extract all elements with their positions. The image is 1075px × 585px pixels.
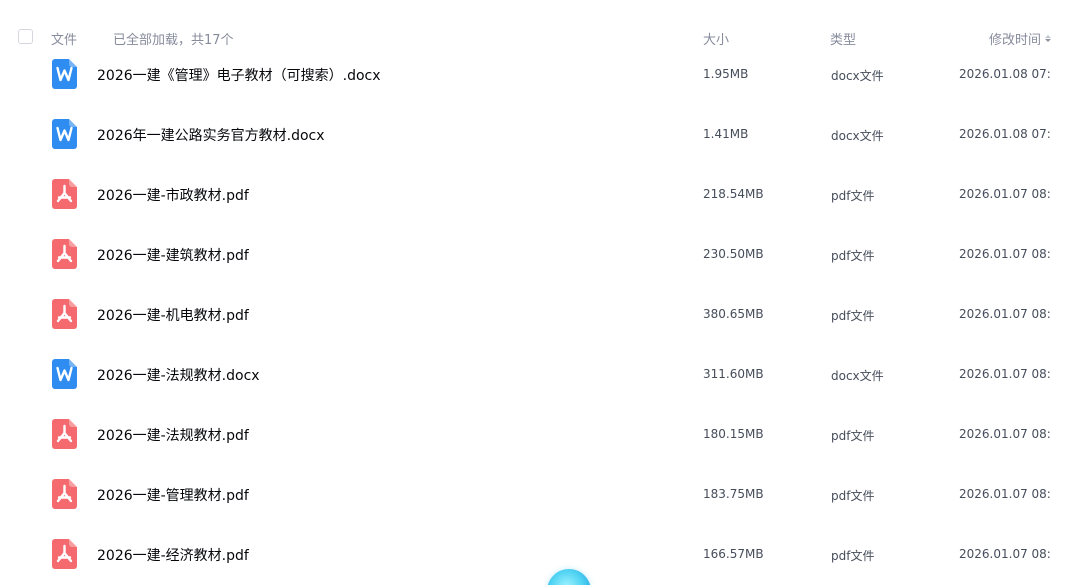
file-size: 311.60MB: [703, 367, 764, 381]
file-row[interactable]: 2026年一建公路实务官方教材.docx 1.41MB docx文件 2026.01.…: [0, 104, 1075, 164]
file-list-page: 文件 已全部加载，共17个 大小 类型 修改时间 2026一建《管理》电子教材（…: [0, 0, 1075, 585]
file-size: 380.65MB: [703, 307, 764, 321]
file-list: 2026一建《管理》电子教材（可搜索）.docx 1.95MB docx文件 2026…: [0, 44, 1075, 584]
word-doc-icon: [52, 359, 77, 389]
file-row[interactable]: 2026一建-经济教材.pdf 166.57MB pdf文件 2026.01.07 0…: [0, 524, 1075, 584]
file-modified-time: 2026.01.07 08:...: [959, 427, 1052, 441]
file-size: 218.54MB: [703, 187, 764, 201]
file-type: docx文件: [831, 69, 884, 83]
file-size: 166.57MB: [703, 547, 764, 561]
file-name[interactable]: 2026年一建公路实务官方教材.docx: [97, 125, 325, 145]
file-modified-time: 2026.01.07 08:...: [959, 187, 1052, 201]
file-row[interactable]: 2026一建-机电教材.pdf 380.65MB pdf文件 2026.01.07 0…: [0, 284, 1075, 344]
file-name[interactable]: 2026一建-经济教材.pdf: [97, 545, 249, 565]
file-type: pdf文件: [831, 249, 875, 263]
pdf-icon: [52, 239, 77, 269]
file-name[interactable]: 2026一建-法规教材.pdf: [97, 425, 249, 445]
select-all-checkbox[interactable]: [18, 29, 33, 44]
file-size: 230.50MB: [703, 247, 764, 261]
file-size: 180.15MB: [703, 427, 764, 441]
file-row[interactable]: 2026一建-管理教材.pdf 183.75MB pdf文件 2026.01.07 0…: [0, 464, 1075, 524]
file-size: 1.95MB: [703, 67, 749, 81]
file-modified-time: 2026.01.08 07:...: [959, 67, 1052, 81]
word-doc-icon: [52, 119, 77, 149]
file-modified-time: 2026.01.08 07:...: [959, 127, 1052, 141]
file-type: pdf文件: [831, 489, 875, 503]
file-size: 183.75MB: [703, 487, 764, 501]
file-type: docx文件: [831, 129, 884, 143]
file-size: 1.41MB: [703, 127, 749, 141]
file-modified-time: 2026.01.07 08:...: [959, 247, 1052, 261]
pdf-icon: [52, 419, 77, 449]
file-type: pdf文件: [831, 429, 875, 443]
file-name[interactable]: 2026一建-建筑教材.pdf: [97, 245, 249, 265]
pdf-icon: [52, 299, 77, 329]
file-row[interactable]: 2026一建-法规教材.pdf 180.15MB pdf文件 2026.01.07 0…: [0, 404, 1075, 464]
file-modified-time: 2026.01.07 08:...: [959, 547, 1052, 561]
file-type: pdf文件: [831, 549, 875, 563]
file-modified-time: 2026.01.07 08:...: [959, 307, 1052, 321]
file-row[interactable]: 2026一建-法规教材.docx 311.60MB docx文件 2026.01.07…: [0, 344, 1075, 404]
file-row[interactable]: 2026一建《管理》电子教材（可搜索）.docx 1.95MB docx文件 2026…: [0, 44, 1075, 104]
file-name[interactable]: 2026一建-法规教材.docx: [97, 365, 260, 385]
file-name[interactable]: 2026一建《管理》电子教材（可搜索）.docx: [97, 65, 381, 85]
file-type: pdf文件: [831, 189, 875, 203]
file-name[interactable]: 2026一建-机电教材.pdf: [97, 305, 249, 325]
file-type: pdf文件: [831, 309, 875, 323]
file-type: docx文件: [831, 369, 884, 383]
pdf-icon: [52, 179, 77, 209]
file-row[interactable]: 2026一建-市政教材.pdf 218.54MB pdf文件 2026.01.07 0…: [0, 164, 1075, 224]
file-row[interactable]: 2026一建-建筑教材.pdf 230.50MB pdf文件 2026.01.07 0…: [0, 224, 1075, 284]
sort-icon[interactable]: [1045, 35, 1052, 42]
file-name[interactable]: 2026一建-市政教材.pdf: [97, 185, 249, 205]
file-name[interactable]: 2026一建-管理教材.pdf: [97, 485, 249, 505]
pdf-icon: [52, 479, 77, 509]
word-doc-icon: [52, 59, 77, 89]
file-modified-time: 2026.01.07 08:...: [959, 487, 1052, 501]
file-modified-time: 2026.01.07 08:...: [959, 367, 1052, 381]
pdf-icon: [52, 539, 77, 569]
